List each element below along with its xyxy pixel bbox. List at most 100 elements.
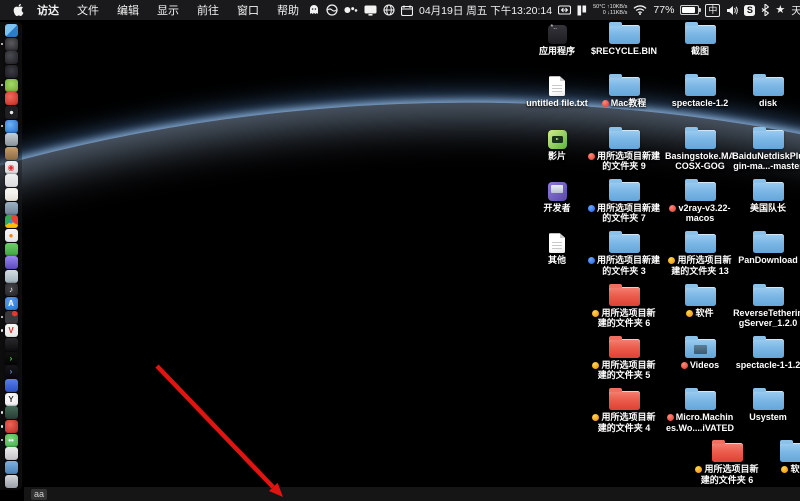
dock-item-vysor[interactable]: V	[5, 324, 18, 337]
blue-folder-icon	[685, 287, 716, 306]
dock-item-y-app[interactable]: Y	[5, 393, 18, 406]
desktop-item[interactable]: spectacle-1.2	[662, 74, 738, 109]
dock-item-notes-app[interactable]	[5, 188, 18, 201]
desktop-item[interactable]: Basingstoke.MACOSX-GOG	[662, 127, 738, 172]
apple-menu-icon[interactable]	[8, 3, 28, 17]
dock-item-card-grey[interactable]	[5, 270, 18, 283]
menu-bar-clock[interactable]: 04月19日 周五 下午13:20:14	[419, 3, 552, 18]
dock-item-red-white-app[interactable]: ◉	[5, 161, 18, 174]
dock-item-blue-square-app[interactable]	[5, 379, 18, 392]
desktop-item[interactable]: 美国队长	[730, 179, 800, 214]
dock-item-pages-grey[interactable]	[5, 202, 18, 215]
menu-help[interactable]: 帮助	[268, 2, 308, 18]
battery-icon[interactable]	[680, 5, 699, 15]
dock-item-white-app-1[interactable]	[5, 174, 18, 187]
desktop-item[interactable]: 用所选项目新建的文件夹 4	[586, 388, 662, 433]
desktop-item-label: 用所选项目新建的文件夹 6	[584, 308, 664, 329]
desktop-item[interactable]: Usystem	[730, 388, 800, 423]
dock-item-dark-app-3[interactable]	[5, 65, 18, 78]
dock-item-books-tan[interactable]	[5, 147, 18, 160]
blue-folder-icon	[753, 130, 784, 149]
dock-item-safari[interactable]	[5, 120, 18, 133]
desktop-item[interactable]: 用所选项目新建的文件夹 3	[586, 231, 662, 276]
dock-item-music-red[interactable]	[5, 92, 18, 105]
green-app-icon	[5, 243, 18, 256]
desktop-item[interactable]: v2ray-v3.22-macos	[662, 179, 738, 224]
desktop-item[interactable]: ReverseTetheringServer_1.2.0	[730, 284, 800, 329]
desktop-item[interactable]: 用所选项目新建的文件夹 6	[689, 440, 765, 485]
star-icon[interactable]: ★	[775, 5, 785, 16]
bluetooth-icon[interactable]	[761, 4, 769, 16]
dock-item-green-app[interactable]	[5, 243, 18, 256]
desktop-item-label: 用所选项目新建的文件夹 3	[584, 255, 664, 276]
input-method-badge[interactable]: 中	[705, 4, 720, 17]
dock-item-purple-app[interactable]	[5, 256, 18, 269]
dock-item-photos-grey[interactable]	[5, 133, 18, 146]
dock-item-dark-app-1[interactable]	[5, 38, 18, 51]
dock-item-trash[interactable]	[5, 475, 18, 488]
blue-folder-icon	[685, 391, 716, 410]
desktop-item[interactable]: 用所选项目新建的文件夹 6	[586, 284, 662, 329]
dock-item-terminal-2[interactable]: ›	[5, 352, 18, 365]
dock-item-white-orange-app[interactable]: ●	[5, 229, 18, 242]
desktop-item-label: disk	[728, 98, 800, 109]
desktop-item[interactable]: BaiduNetdiskPlugin-ma...-master	[730, 127, 800, 172]
menu-window[interactable]: 窗口	[228, 2, 268, 18]
desktop-item[interactable]: Micro.Machines.Wo....iVATED	[662, 388, 738, 433]
camera-swap-icon[interactable]	[558, 5, 571, 15]
desktop-item[interactable]: 软件	[662, 284, 738, 319]
desktop-item[interactable]: 用所选项目新建的文件夹 7	[586, 179, 662, 224]
dock-item-blue-display[interactable]	[5, 461, 18, 474]
finder-icon	[5, 24, 18, 37]
media-folder-icon	[685, 339, 716, 358]
dock-item-camera-dark[interactable]	[5, 106, 18, 119]
bottom-bar[interactable]: aa	[24, 486, 800, 501]
globe-icon[interactable]	[383, 4, 395, 16]
dock-item-terminal-1[interactable]	[5, 338, 18, 351]
dock-item-terminal-3[interactable]: ›	[5, 365, 18, 378]
ghost-app-icon[interactable]	[308, 4, 320, 16]
dock-item-wechat[interactable]: ••	[5, 434, 18, 447]
desktop-item[interactable]: disk	[730, 74, 800, 109]
desktop-item-icon-wrap	[780, 440, 800, 462]
desktop-item[interactable]: $RECYCLE.BIN	[586, 22, 662, 57]
wifi-icon[interactable]	[633, 5, 647, 15]
calendar-icon[interactable]	[401, 5, 413, 16]
menu-go[interactable]: 前往	[188, 2, 228, 18]
network-stats[interactable]: 50°C ↑10KB/s 0 ↓11KB/s	[593, 4, 627, 16]
desktop-item[interactable]: Videos	[662, 336, 738, 371]
desktop-item[interactable]: 用所选项目新建的文件夹 5	[586, 336, 662, 381]
shadowsocks-icon[interactable]: S	[744, 5, 755, 16]
desktop-item-label: $RECYCLE.BIN	[584, 46, 664, 57]
desktop-item[interactable]: 截图	[662, 22, 738, 57]
dock-item-finder[interactable]	[5, 24, 18, 37]
menu-view[interactable]: 显示	[148, 2, 188, 18]
dock-item-red-circle-app[interactable]	[5, 420, 18, 433]
dock-item-sd-card[interactable]	[5, 447, 18, 460]
dock-item-itunes[interactable]: ♪	[5, 283, 18, 296]
desktop-item[interactable]: Mac教程	[586, 74, 662, 109]
desktop-item[interactable]: spectacle-1-1.2	[730, 336, 800, 371]
dock-item-app-store[interactable]: A	[5, 297, 18, 310]
desktop-item[interactable]: PanDownload	[730, 231, 800, 266]
menu-edit[interactable]: 编辑	[108, 2, 148, 18]
dock-item-dark-app-2[interactable]	[5, 51, 18, 64]
dial-app-icon[interactable]	[326, 4, 338, 16]
desktop-item[interactable]: 用所选项目新建的文件夹 9	[586, 127, 662, 172]
input-dots-icon[interactable]	[344, 5, 358, 15]
desktop-item[interactable]: 软件	[757, 440, 800, 475]
blue-folder-icon	[685, 234, 716, 253]
status-app-name[interactable]: 天色迷香	[791, 3, 800, 18]
desktop-item[interactable]: 用所选项目新建的文件夹 13	[662, 231, 738, 276]
volume-icon[interactable]	[726, 5, 738, 16]
display-icon[interactable]	[364, 5, 377, 16]
dock-item-android-tool[interactable]	[5, 79, 18, 92]
dock-item-dark-badge-app[interactable]	[5, 311, 18, 324]
menu-file[interactable]: 文件	[68, 2, 108, 18]
dock: ◉ ●● ♪A V ›› Y ••	[0, 22, 22, 490]
dock-item-chrome[interactable]: ●	[5, 215, 18, 228]
menu-finder[interactable]: 访达	[28, 2, 68, 18]
dock-item-dark-green-app[interactable]	[5, 406, 18, 419]
flag-app-icon[interactable]	[577, 5, 587, 16]
bottom-bar-input[interactable]: aa	[31, 489, 47, 500]
